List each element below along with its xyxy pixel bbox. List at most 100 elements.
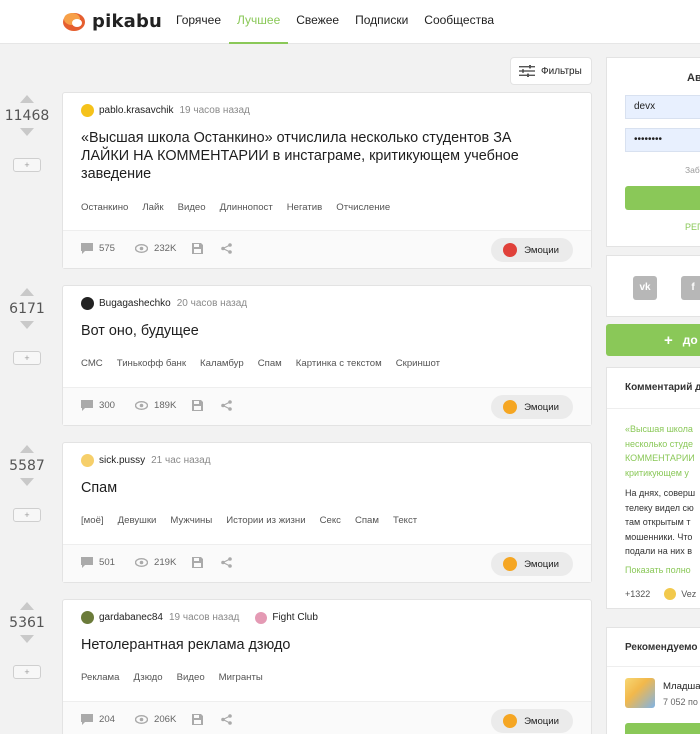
show-full-link[interactable]: Показать полно — [625, 565, 691, 575]
vk-icon[interactable]: vk — [633, 276, 657, 300]
comments-count[interactable]: 204 — [81, 714, 115, 725]
upvote-icon[interactable] — [20, 445, 34, 453]
emotions-button[interactable]: Эмоции — [491, 552, 573, 576]
story-tags: Останкино Лайк Видео Длиннопост Негатив … — [81, 202, 404, 213]
password-field[interactable]: •••••••• — [625, 128, 700, 152]
story-author[interactable]: Bugagashechko — [99, 298, 171, 309]
story-tags: СМС Тинькофф банк Каламбур Спам Картинка… — [81, 358, 454, 369]
pikabu-logo[interactable]: pikabu — [62, 10, 162, 32]
save-icon[interactable] — [192, 243, 203, 254]
nav-fresh[interactable]: Свежее — [288, 0, 347, 44]
eye-icon — [135, 401, 148, 410]
save-plus-button[interactable]: + — [13, 158, 41, 172]
share-icon[interactable] — [221, 557, 232, 568]
comments-count[interactable]: 300 — [81, 400, 115, 411]
upvote-icon[interactable] — [20, 95, 34, 103]
community-avatar[interactable] — [625, 678, 655, 708]
views-count: 206K — [135, 714, 176, 725]
save-plus-button[interactable]: + — [13, 665, 41, 679]
nav-subscriptions[interactable]: Подписки — [347, 0, 416, 44]
emotions-button[interactable]: Эмоции — [491, 709, 573, 733]
story-author[interactable]: gardabanec84 — [99, 612, 163, 623]
upvote-icon[interactable] — [20, 602, 34, 610]
tag[interactable]: Останкино — [81, 202, 128, 213]
tag[interactable]: Отчисление — [336, 202, 390, 213]
eye-icon — [135, 244, 148, 253]
save-icon[interactable] — [192, 714, 203, 725]
author-avatar[interactable] — [81, 454, 94, 467]
story-tags: [моё] Девушки Мужчины Истории из жизни С… — [81, 515, 431, 526]
tag[interactable]: Мигранты — [219, 672, 263, 683]
downvote-icon[interactable] — [20, 635, 34, 643]
nav-communities[interactable]: Сообщества — [416, 0, 502, 44]
tag[interactable]: Лайк — [142, 202, 163, 213]
facebook-icon[interactable]: f — [681, 276, 700, 300]
save-plus-button[interactable]: + — [13, 508, 41, 522]
nav-hot[interactable]: Горячее — [168, 0, 229, 44]
tag[interactable]: Дзюдо — [133, 672, 162, 683]
tag[interactable]: Видео — [178, 202, 206, 213]
recommended-community-name[interactable]: Младша — [663, 681, 700, 692]
recommended-panel: Рекомендуемо Младша 7 052 по — [606, 627, 700, 734]
tag[interactable]: СМС — [81, 358, 103, 369]
auth-title: Авт — [687, 72, 700, 84]
author-avatar[interactable] — [81, 297, 94, 310]
tag[interactable]: [моё] — [81, 515, 104, 526]
forgot-password-link[interactable]: Заб — [685, 165, 700, 175]
upvote-icon[interactable] — [20, 288, 34, 296]
tag[interactable]: Спам — [355, 515, 379, 526]
comments-count[interactable]: 501 — [81, 557, 115, 568]
tag[interactable]: Девушки — [118, 515, 157, 526]
subscribe-button[interactable] — [625, 723, 700, 734]
story-rating: 11468 — [4, 108, 50, 124]
story-title[interactable]: «Высшая школа Останкино» отчислила неско… — [81, 129, 561, 183]
tag[interactable]: Секс — [320, 515, 341, 526]
views-count: 189K — [135, 400, 176, 411]
emotions-button[interactable]: Эмоции — [491, 395, 573, 419]
tag[interactable]: Истории из жизни — [226, 515, 305, 526]
tag[interactable]: Скриншот — [396, 358, 440, 369]
tag[interactable]: Негатив — [287, 202, 323, 213]
filters-button[interactable]: Фильтры — [510, 57, 592, 85]
emotions-button[interactable]: Эмоции — [491, 238, 573, 262]
save-icon[interactable] — [192, 400, 203, 411]
author-avatar[interactable] — [81, 611, 94, 624]
story-author[interactable]: sick.pussy — [99, 455, 145, 466]
tag[interactable]: Текст — [393, 515, 417, 526]
tag[interactable]: Реклама — [81, 672, 119, 683]
comment-author-avatar[interactable] — [664, 588, 677, 600]
share-icon[interactable] — [221, 400, 232, 411]
login-button[interactable] — [625, 186, 700, 210]
nav-best[interactable]: Лучшее — [229, 0, 289, 44]
tag[interactable]: Спам — [258, 358, 282, 369]
add-post-button[interactable]: + до — [606, 324, 700, 356]
share-icon[interactable] — [221, 714, 232, 725]
story-vote-3: 5587 + — [0, 445, 54, 522]
downvote-icon[interactable] — [20, 321, 34, 329]
community-link[interactable]: Fight Club — [255, 611, 318, 624]
tag[interactable]: Картинка с текстом — [296, 358, 382, 369]
story-title[interactable]: Спам — [81, 479, 561, 497]
login-field[interactable]: devx — [625, 95, 700, 119]
story-author[interactable]: pablo.krasavchik — [99, 105, 173, 116]
story-title[interactable]: Нетолерантная реклама дзюдо — [81, 636, 561, 654]
downvote-icon[interactable] — [20, 478, 34, 486]
tag[interactable]: Длиннопост — [220, 202, 273, 213]
story-title[interactable]: Вот оно, будущее — [81, 322, 561, 340]
downvote-icon[interactable] — [20, 128, 34, 136]
story-time: 19 часов назад — [168, 612, 240, 623]
save-icon[interactable] — [192, 557, 203, 568]
story-header: gardabanec84 19 часов назад Fight Club — [81, 611, 318, 624]
tag[interactable]: Мужчины — [170, 515, 212, 526]
comments-count[interactable]: 575 — [81, 243, 115, 254]
tag[interactable]: Каламбур — [200, 358, 244, 369]
tag[interactable]: Тинькофф банк — [117, 358, 186, 369]
register-link[interactable]: РЕГ — [685, 222, 700, 232]
tag[interactable]: Видео — [177, 672, 205, 683]
author-avatar[interactable] — [81, 104, 94, 117]
views-count: 219K — [135, 557, 176, 568]
share-icon[interactable] — [221, 243, 232, 254]
comment-author[interactable]: Vez — [681, 589, 696, 599]
save-plus-button[interactable]: + — [13, 351, 41, 365]
comment-story-link[interactable]: «Высшая школа несколько студе КОММЕНТАРИ… — [625, 422, 700, 480]
